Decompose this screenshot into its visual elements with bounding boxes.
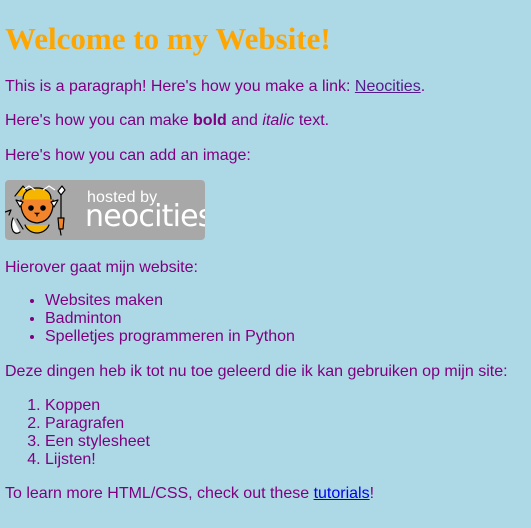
list-item: Een stylesheet — [45, 433, 150, 451]
italic-text: italic — [262, 112, 295, 129]
page: Welcome to my Website! This is a paragra… — [0, 0, 531, 528]
formatting-middle: and — [226, 112, 263, 129]
neocities-cat-icon — [5, 185, 66, 236]
intro-suffix: . — [420, 78, 426, 95]
list-item: Lijsten! — [45, 451, 150, 469]
formatting-prefix: Here's how you can make — [5, 112, 194, 129]
list-item: Spelletjes programmeren in Python — [45, 328, 295, 346]
neocities-logo-text: neocities — [85, 199, 205, 234]
list-item: Badminton — [45, 310, 295, 328]
footer-paragraph: To learn more HTML/CSS, check out these … — [5, 485, 374, 503]
image-paragraph: Here's how you can add an image: — [5, 147, 251, 164]
tutorials-link[interactable]: tutorials — [314, 485, 370, 502]
footer-suffix: ! — [369, 485, 375, 502]
page-title: Welcome to my Website! — [5, 21, 331, 56]
list-item: Koppen — [45, 397, 150, 415]
neocities-badge[interactable]: hosted by neocities — [5, 180, 205, 240]
neocities-link[interactable]: Neocities — [355, 78, 421, 95]
intro-text: This is a paragraph! Here's how you make… — [5, 78, 355, 95]
formatting-paragraph: Here's how you can make bold and italic … — [5, 112, 329, 130]
intro-paragraph: This is a paragraph! Here's how you make… — [5, 78, 425, 96]
list-item: Paragrafen — [45, 415, 150, 433]
website-topics-list: Websites maken Badminton Spelletjes prog… — [5, 292, 295, 346]
footer-prefix: To learn more HTML/CSS, check out these — [5, 485, 314, 502]
website-intro: Hierover gaat mijn website: — [5, 259, 198, 276]
formatting-suffix: text. — [294, 112, 330, 129]
bold-text: bold — [193, 112, 227, 129]
list-item: Websites maken — [45, 292, 295, 310]
learned-items-list: Koppen Paragrafen Een stylesheet Lijsten… — [5, 397, 150, 469]
learned-intro: Deze dingen heb ik tot nu toe geleerd di… — [5, 363, 508, 380]
